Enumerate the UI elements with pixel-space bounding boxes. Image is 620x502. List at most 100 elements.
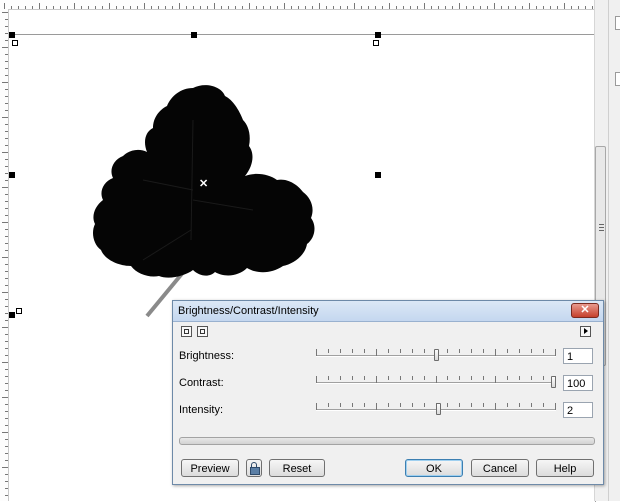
ruler-tick xyxy=(5,313,8,314)
ruler-tick xyxy=(5,320,8,321)
slider-tick xyxy=(543,403,544,407)
brightness-slider[interactable] xyxy=(316,349,556,363)
ruler-tick xyxy=(5,376,8,377)
contrast-value-field[interactable]: 100 xyxy=(563,375,593,391)
close-button[interactable]: ✕ xyxy=(571,303,599,318)
intensity-value-field[interactable]: 2 xyxy=(563,402,593,418)
ruler-tick xyxy=(5,26,8,27)
slider-tick xyxy=(400,376,401,380)
slider-tick xyxy=(364,376,365,380)
leaf-image[interactable] xyxy=(73,80,383,325)
slider-thumb[interactable] xyxy=(551,376,556,388)
ruler-tick xyxy=(494,3,495,9)
ruler-tick xyxy=(25,6,26,9)
ruler-tick xyxy=(298,6,299,9)
grip-icon xyxy=(599,227,604,228)
center-marker-icon[interactable]: ✕ xyxy=(199,179,208,190)
ruler-tick xyxy=(74,3,75,9)
ruler-tick xyxy=(5,166,8,167)
docker-control[interactable] xyxy=(615,16,620,30)
ruler-tick xyxy=(452,6,453,9)
ruler-tick xyxy=(543,6,544,9)
selection-handle[interactable] xyxy=(9,172,15,178)
ruler-tick xyxy=(5,390,8,391)
contrast-slider[interactable] xyxy=(316,376,556,390)
ruler-tick xyxy=(2,467,8,468)
ruler-tick xyxy=(5,481,8,482)
ruler-tick xyxy=(5,40,8,41)
ruler-tick xyxy=(5,488,8,489)
selection-handle[interactable] xyxy=(191,32,197,38)
ruler-tick xyxy=(151,6,152,9)
ruler-tick xyxy=(5,19,8,20)
brightness-value-field[interactable]: 1 xyxy=(563,348,593,364)
slider-tick xyxy=(352,349,353,353)
ruler-tick xyxy=(5,453,8,454)
rotate-handle[interactable] xyxy=(16,308,22,314)
selection-handle[interactable] xyxy=(375,172,381,178)
before-after-toggle-icon[interactable] xyxy=(181,326,192,337)
slider-tick xyxy=(531,376,532,380)
ruler-tick xyxy=(438,6,439,9)
ruler-tick xyxy=(5,439,8,440)
ruler-tick xyxy=(536,6,537,9)
ruler-tick xyxy=(5,54,8,55)
ruler-tick xyxy=(459,3,460,9)
expand-arrow-icon[interactable] xyxy=(580,326,591,337)
ruler-tick xyxy=(284,3,285,9)
ruler-tick xyxy=(2,432,8,433)
slider-tick xyxy=(328,376,329,380)
ruler-tick xyxy=(2,12,8,13)
slider-thumb[interactable] xyxy=(434,349,439,361)
ruler-tick xyxy=(592,6,593,9)
ruler-tick xyxy=(5,334,8,335)
ruler-tick xyxy=(585,6,586,9)
slider-tick xyxy=(328,403,329,407)
dialog-titlebar[interactable]: Brightness/Contrast/Intensity ✕ xyxy=(173,301,603,322)
ruler-tick xyxy=(53,6,54,9)
rotate-handle[interactable] xyxy=(373,40,379,46)
slider-thumb[interactable] xyxy=(436,403,441,415)
lock-preview-button[interactable] xyxy=(246,459,262,477)
slider-tick xyxy=(388,349,389,353)
cancel-button[interactable]: Cancel xyxy=(471,459,529,477)
slider-tick xyxy=(459,349,460,353)
slider-tick xyxy=(507,403,508,407)
slider-tick xyxy=(531,403,532,407)
slider-tick xyxy=(376,403,377,410)
ruler-tick xyxy=(424,3,425,9)
ruler-tick xyxy=(5,208,8,209)
ruler-tick xyxy=(5,68,8,69)
selection-handle[interactable] xyxy=(375,32,381,38)
selection-handle[interactable] xyxy=(9,32,15,38)
ruler-tick xyxy=(361,6,362,9)
grip-icon xyxy=(599,230,604,231)
slider-tick xyxy=(412,376,413,380)
split-view-toggle-icon[interactable] xyxy=(197,326,208,337)
slider-tick xyxy=(316,376,317,383)
preview-button[interactable]: Preview xyxy=(181,459,239,477)
ruler-tick xyxy=(5,124,8,125)
ruler-tick xyxy=(5,159,8,160)
ruler-tick xyxy=(2,257,8,258)
ruler-tick xyxy=(2,82,8,83)
slider-tick xyxy=(495,403,496,410)
ruler-tick xyxy=(347,6,348,9)
slider-tick xyxy=(316,349,317,356)
selection-handle[interactable] xyxy=(9,312,15,318)
ruler-tick xyxy=(501,6,502,9)
ruler-tick xyxy=(2,47,8,48)
ruler-tick xyxy=(32,6,33,9)
ok-button[interactable]: OK xyxy=(405,459,463,477)
intensity-slider[interactable] xyxy=(316,403,556,417)
docker-control[interactable] xyxy=(615,72,620,86)
reset-button[interactable]: Reset xyxy=(269,459,325,477)
ruler-tick xyxy=(5,285,8,286)
rotate-handle[interactable] xyxy=(12,40,18,46)
help-button[interactable]: Help xyxy=(536,459,594,477)
ruler-tick xyxy=(410,6,411,9)
ruler-tick xyxy=(221,6,222,9)
slider-tick xyxy=(340,349,341,353)
ruler-tick xyxy=(109,3,110,9)
ruler-tick xyxy=(5,75,8,76)
